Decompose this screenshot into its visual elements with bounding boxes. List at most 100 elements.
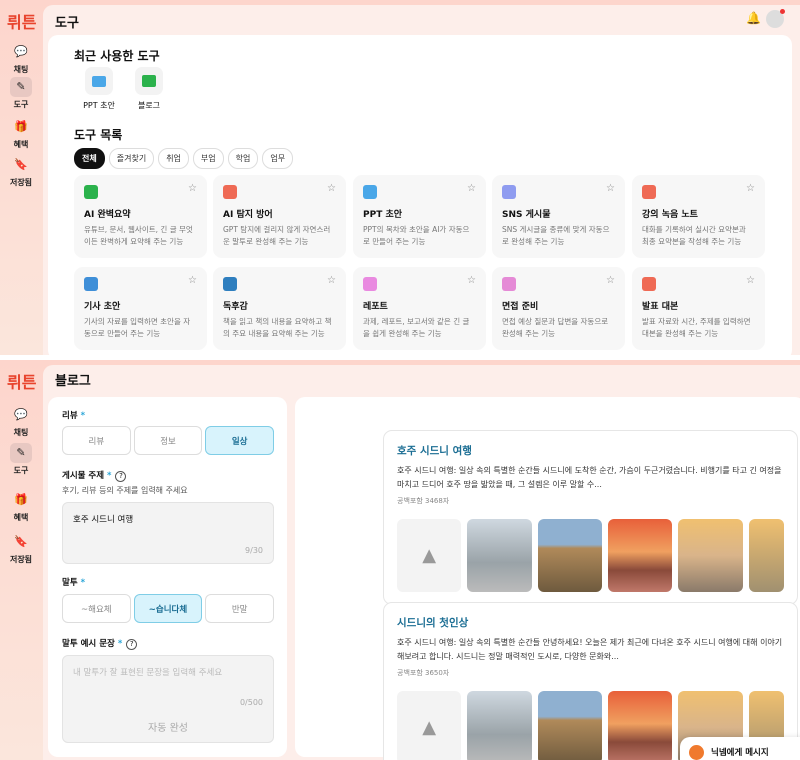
recent-tool[interactable]: PPT 초안 <box>74 67 124 111</box>
result-title: 시드니의 첫인상 <box>397 617 469 629</box>
photo-thumbnail[interactable] <box>678 519 743 592</box>
type-review[interactable]: 리뷰 <box>62 426 131 455</box>
photo-thumbnail[interactable] <box>608 519 673 592</box>
avatar[interactable] <box>766 9 785 28</box>
nav-saved[interactable]: 🔖 저장됨 <box>5 155 37 188</box>
nav-benefits[interactable]: 🎁 혜택 <box>5 117 37 150</box>
star-icon[interactable]: ☆ <box>327 183 336 194</box>
tool-icon <box>223 185 237 199</box>
tool-card[interactable]: ☆ AI 완벽요약 유튜브, 문서, 웹사이트, 긴 글 무엇이든 완벽하게 요약해… <box>74 175 207 258</box>
nav-tools[interactable]: ✎ 도구 <box>5 443 37 476</box>
type-info[interactable]: 정보 <box>133 426 203 455</box>
photo-thumbnail[interactable] <box>537 691 603 760</box>
star-icon[interactable]: ☆ <box>467 183 476 194</box>
nav-label: 저장됨 <box>9 555 33 564</box>
filter-all[interactable]: 전체 <box>74 148 105 169</box>
nav-tools[interactable]: ✎ 도구 <box>5 77 37 110</box>
type-daily[interactable]: 일상 <box>205 426 275 455</box>
star-icon[interactable]: ☆ <box>327 275 336 286</box>
star-icon[interactable]: ☆ <box>606 275 615 286</box>
tone-label: 말투 * <box>62 576 85 588</box>
nav-chat[interactable]: 💬 채팅 <box>5 42 37 75</box>
tool-name: 기사 초안 <box>84 302 121 312</box>
recent-tool[interactable]: 블로그 <box>124 67 174 111</box>
star-icon[interactable]: ☆ <box>746 275 755 286</box>
tool-card[interactable]: ☆ AI 탐지 방어 GPT 탐지에 걸리지 않게 자연스러운 말투로 완성해 주는… <box>213 175 346 258</box>
tool-desc: 유튜브, 문서, 웹사이트, 긴 글 무엇이든 완벽하게 요약해 주는 기능 <box>84 225 193 246</box>
star-icon[interactable]: ☆ <box>188 275 197 286</box>
filter-side-job[interactable]: 부업 <box>192 148 224 169</box>
result-count: 공백포함 3468자 <box>397 497 450 505</box>
example-input[interactable]: 내 말투가 잘 표현된 문장을 입력해 주세요 0/500 자동 완성 <box>62 655 274 743</box>
filter-study[interactable]: 학업 <box>227 148 259 169</box>
tool-desc: 책을 읽고 책의 내용을 요약하고 책의 주요 내용을 요약해 주는 기능 <box>223 317 332 338</box>
mascot-icon <box>689 744 704 760</box>
tone-selector: ~해요체 ~습니다체 반말 <box>62 594 275 623</box>
tool-card[interactable]: ☆ PPT 초안 PPT의 목차와 초안을 AI가 자동으로 만들어 주는 기능 <box>353 175 486 258</box>
logo[interactable]: 뤼튼 <box>7 9 36 33</box>
tool-icon <box>223 277 237 291</box>
required-mark: * <box>117 639 123 649</box>
label-text: 게시물 주제 <box>62 471 105 481</box>
help-icon[interactable]: ? <box>115 471 127 482</box>
type-selector: 리뷰 정보 일상 <box>62 426 275 455</box>
nav-chat[interactable]: 💬 채팅 <box>5 405 37 438</box>
message-button[interactable]: 닉넴에게 메시지 <box>680 737 800 760</box>
nav-saved[interactable]: 🔖 저장됨 <box>5 532 37 565</box>
presentation-icon <box>92 75 106 87</box>
gift-icon: 🎁 <box>14 493 28 506</box>
filter-chips: 전체 즐겨찾기 취업 부업 학업 업무 <box>74 148 294 169</box>
tone-formal[interactable]: ~습니다체 <box>133 594 203 623</box>
tone-haeyo[interactable]: ~해요체 <box>62 594 131 623</box>
star-icon[interactable]: ☆ <box>188 183 197 194</box>
sidebar: 뤼튼 💬 채팅 ✎ 도구 🎁 혜택 🔖 저장됨 <box>0 0 42 355</box>
tool-card[interactable]: ☆ 기사 초안 기사의 자료를 입력하면 초안을 자동으로 만들어 주는 기능 <box>74 267 207 350</box>
tool-desc: 면접 예상 질문과 답변을 자동으로 완성해 주는 기능 <box>502 317 609 338</box>
recent-title: 최근 사용한 도구 <box>74 49 160 63</box>
tool-card[interactable]: ☆ 강의 녹음 노트 대화를 기록하여 실시간 요약본과 최종 요약본을 작성해 주… <box>632 175 765 258</box>
type-label: 리뷰 * <box>62 409 85 421</box>
photo-thumbnail[interactable] <box>537 519 603 592</box>
topic-hint: 후기, 리뷰 등의 주제를 입력해 주세요 <box>62 486 188 495</box>
tool-desc: 대화를 기록하여 실시간 요약본과 최종 요약본을 작성해 주는 기능 <box>642 225 746 246</box>
blog-screen: 뤼튼 💬 채팅 ✎ 도구 🎁 혜택 🔖 저장됨 블로그 리뷰 * 리뷰 정보 일상 게시… <box>0 360 800 760</box>
photo-thumbnail[interactable] <box>467 691 532 760</box>
tool-desc: PPT의 목차와 초안을 AI가 자동으로 만들어 주는 기능 <box>363 225 470 246</box>
tool-name: 발표 대본 <box>642 302 679 312</box>
filter-favorites[interactable]: 즐겨찾기 <box>108 148 155 169</box>
label-text: 말투 <box>62 578 78 588</box>
filter-work[interactable]: 업무 <box>262 148 294 169</box>
gift-icon: 🎁 <box>14 120 28 133</box>
result-card[interactable]: 호주 시드니 여행호주 시드니 여행: 일상 속의 특별한 순간들 시드니에 도… <box>383 430 798 605</box>
tool-card[interactable]: ☆ 발표 대본발표 자료와 시간, 주제를 입력하면 대본을 완성해 주는 기능 <box>632 267 765 350</box>
nav-benefits[interactable]: 🎁 혜택 <box>5 490 37 523</box>
bell-icon[interactable]: 🔔 <box>746 11 761 25</box>
nav-label: 혜택 <box>13 513 29 522</box>
photo-thumbnail[interactable] <box>467 519 532 592</box>
help-icon[interactable]: ? <box>126 639 138 650</box>
star-icon[interactable]: ☆ <box>606 183 615 194</box>
tone-casual[interactable]: 반말 <box>205 594 275 623</box>
result-body: 호주 시드니 여행: 일상 속의 특별한 순간들 시드니에 도착한 순간, 가슴… <box>397 466 782 489</box>
topic-input[interactable]: 호주 시드니 여행 9/30 <box>62 502 274 564</box>
logo[interactable]: 뤼튼 <box>7 369 36 393</box>
photo-thumbnail[interactable] <box>748 519 784 592</box>
tool-card[interactable]: ☆ SNS 게시물 SNS 게시글을 종류에 맞게 자동으로 완성해 주는 기능 <box>492 175 625 258</box>
autocomplete-button[interactable]: 자동 완성 <box>63 719 273 734</box>
tool-card[interactable]: ☆ 레포트 과제, 레포트, 보고서와 같은 긴 글을 쉽게 완성해 주는 기능 <box>353 267 486 350</box>
bookmark-icon: 🔖 <box>14 158 28 171</box>
example-label: 말투 예시 문장 *? <box>62 637 138 650</box>
tool-card[interactable]: ☆ 면접 준비 면접 예상 질문과 답변을 자동으로 완성해 주는 기능 <box>492 267 625 350</box>
tool-card[interactable]: ☆ 독후감 책을 읽고 책의 내용을 요약하고 책의 주요 내용을 요약해 주는 기… <box>213 267 346 350</box>
page-title: 도구 <box>55 16 79 31</box>
message-label: 닉넴에게 메시지 <box>711 748 769 758</box>
tool-desc: 발표 자료와 시간, 주제를 입력하면 대본을 완성해 주는 기능 <box>642 317 751 338</box>
star-icon[interactable]: ☆ <box>746 183 755 194</box>
filter-job[interactable]: 취업 <box>158 148 189 169</box>
star-icon[interactable]: ☆ <box>467 275 476 286</box>
result-body: 호주 시드니 여행: 일상 속의 특별한 순간들 안녕하세요! 오늘은 제가 최… <box>397 638 783 661</box>
nav-label: 도구 <box>13 466 29 475</box>
bookmark-icon: 🔖 <box>14 535 28 548</box>
photo-thumbnail[interactable] <box>608 691 673 760</box>
result-title: 호주 시드니 여행 <box>397 445 472 457</box>
